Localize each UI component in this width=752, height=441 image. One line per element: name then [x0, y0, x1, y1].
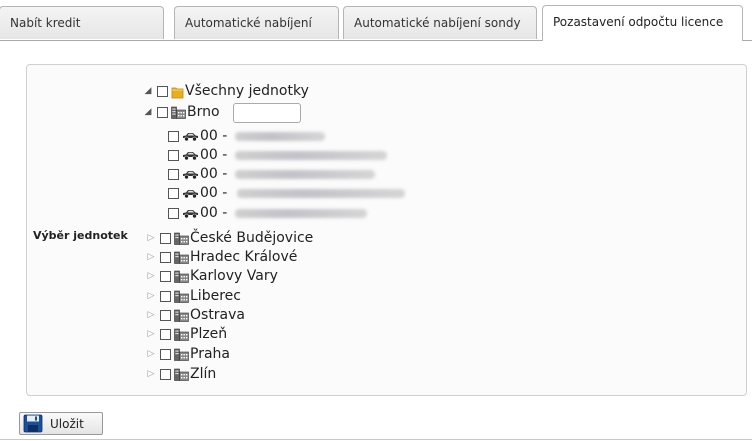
- tree-node-label: Karlovy Vary: [190, 268, 278, 284]
- checkbox[interactable]: [160, 349, 171, 360]
- collapsed-triangle-icon[interactable]: ▷: [144, 345, 158, 364]
- vehicle-id-label: 00 -: [200, 147, 228, 163]
- expanded-triangle-icon[interactable]: ◢: [141, 82, 155, 101]
- building-icon: [174, 270, 189, 283]
- tree-node-label: Liberec: [190, 288, 241, 304]
- car-icon: [183, 210, 198, 219]
- unit-search-input[interactable]: [232, 102, 301, 123]
- redacted-vehicle-name: [237, 189, 406, 198]
- car-icon: [183, 133, 198, 142]
- redacted-vehicle-name: [235, 209, 368, 218]
- building-icon: [174, 290, 189, 303]
- tree-node-label: Všechny jednotky: [185, 83, 309, 99]
- vehicle-id-label: 00 -: [200, 166, 228, 182]
- tree-node-vehicle[interactable]: 00 -: [166, 204, 368, 223]
- building-icon: [174, 309, 189, 322]
- vehicle-id-label: 00 -: [200, 185, 228, 201]
- tree-node-label: Zlín: [190, 366, 217, 382]
- tree-node-branch[interactable]: ▷ Karlovy Vary: [144, 267, 278, 286]
- tree-node-root[interactable]: ◢ Všechny jednotky: [141, 82, 309, 101]
- tree-node-branch[interactable]: ▷ Liberec: [144, 287, 241, 306]
- collapsed-triangle-icon[interactable]: ▷: [144, 248, 158, 267]
- checkbox[interactable]: [160, 271, 171, 282]
- floppy-disk-icon: [23, 414, 43, 433]
- building-icon: [174, 251, 189, 264]
- tree-node-label: Plzeň: [190, 326, 228, 342]
- tree-node-label: Praha: [190, 346, 230, 362]
- tree-node-brno[interactable]: ◢ Brno: [141, 102, 301, 123]
- checkbox[interactable]: [160, 233, 171, 244]
- checkbox[interactable]: [160, 310, 171, 321]
- redacted-vehicle-name: [235, 151, 388, 160]
- tree-node-branch[interactable]: ▷ České Budějovice: [144, 229, 314, 248]
- tree-node-vehicle[interactable]: 00 -: [166, 127, 326, 146]
- car-icon: [183, 171, 198, 180]
- tree-node-vehicle[interactable]: 00 -: [166, 184, 406, 203]
- building-icon: [174, 328, 189, 341]
- building-icon: [174, 348, 189, 361]
- tree-node-vehicle[interactable]: 00 -: [166, 146, 388, 165]
- checkbox[interactable]: [168, 208, 179, 219]
- checkbox[interactable]: [168, 188, 179, 199]
- field-label-unit-selection: Výběr jednotek: [33, 229, 128, 242]
- checkbox[interactable]: [168, 150, 179, 161]
- folder-icon: [171, 87, 184, 98]
- collapsed-triangle-icon[interactable]: ▷: [144, 365, 158, 384]
- unit-selection-panel: [26, 64, 747, 396]
- tab-automaticke-nabijeni[interactable]: Automatické nabíjení: [174, 6, 339, 39]
- checkbox[interactable]: [157, 107, 168, 118]
- tree-node-branch[interactable]: ▷ Plzeň: [144, 325, 228, 344]
- tab-pozastaveni-odpoctu-licence[interactable]: Pozastavení odpočtu licence: [542, 5, 743, 41]
- collapsed-triangle-icon[interactable]: ▷: [144, 306, 158, 325]
- tab-nabit-kredit[interactable]: Nabít kredit: [0, 6, 164, 39]
- car-icon: [183, 190, 198, 199]
- tree-node-label: Brno: [187, 104, 220, 120]
- tree-node-vehicle[interactable]: 00 -: [166, 165, 376, 184]
- vehicle-id-label: 00 -: [200, 128, 228, 144]
- redacted-vehicle-name: [235, 132, 326, 141]
- tree-node-branch[interactable]: ▷ Hradec Králové: [144, 248, 298, 267]
- tree-node-branch[interactable]: ▷ Zlín: [144, 365, 217, 384]
- car-icon: [183, 152, 198, 161]
- tab-automaticke-nabijeni-sondy[interactable]: Automatické nabíjení sondy: [343, 6, 537, 39]
- collapsed-triangle-icon[interactable]: ▷: [144, 229, 158, 248]
- collapsed-triangle-icon[interactable]: ▷: [144, 325, 158, 344]
- checkbox[interactable]: [168, 131, 179, 142]
- vehicle-id-label: 00 -: [200, 205, 228, 221]
- bottom-divider: [0, 439, 752, 440]
- checkbox[interactable]: [168, 169, 179, 180]
- tab-bar: Nabít kredit Automatické nabíjení Automa…: [0, 0, 752, 41]
- tree-node-branch[interactable]: ▷ Praha: [144, 345, 230, 364]
- tree-node-branch[interactable]: ▷ Ostrava: [144, 306, 245, 325]
- building-icon: [174, 368, 189, 381]
- save-button[interactable]: Uložit: [19, 412, 103, 435]
- redacted-vehicle-name: [235, 170, 376, 179]
- collapsed-triangle-icon[interactable]: ▷: [144, 267, 158, 286]
- checkbox[interactable]: [160, 291, 171, 302]
- building-icon: [174, 232, 189, 245]
- building-icon: [171, 106, 186, 119]
- tree-node-label: Ostrava: [190, 307, 246, 323]
- tree-node-label: Hradec Králové: [190, 249, 298, 265]
- checkbox[interactable]: [160, 329, 171, 340]
- checkbox[interactable]: [160, 252, 171, 263]
- tree-node-label: České Budějovice: [190, 230, 314, 246]
- collapsed-triangle-icon[interactable]: ▷: [144, 287, 158, 306]
- checkbox[interactable]: [160, 369, 171, 380]
- expanded-triangle-icon[interactable]: ◢: [141, 103, 155, 122]
- checkbox[interactable]: [157, 86, 168, 97]
- save-button-label: Uložit: [50, 416, 84, 431]
